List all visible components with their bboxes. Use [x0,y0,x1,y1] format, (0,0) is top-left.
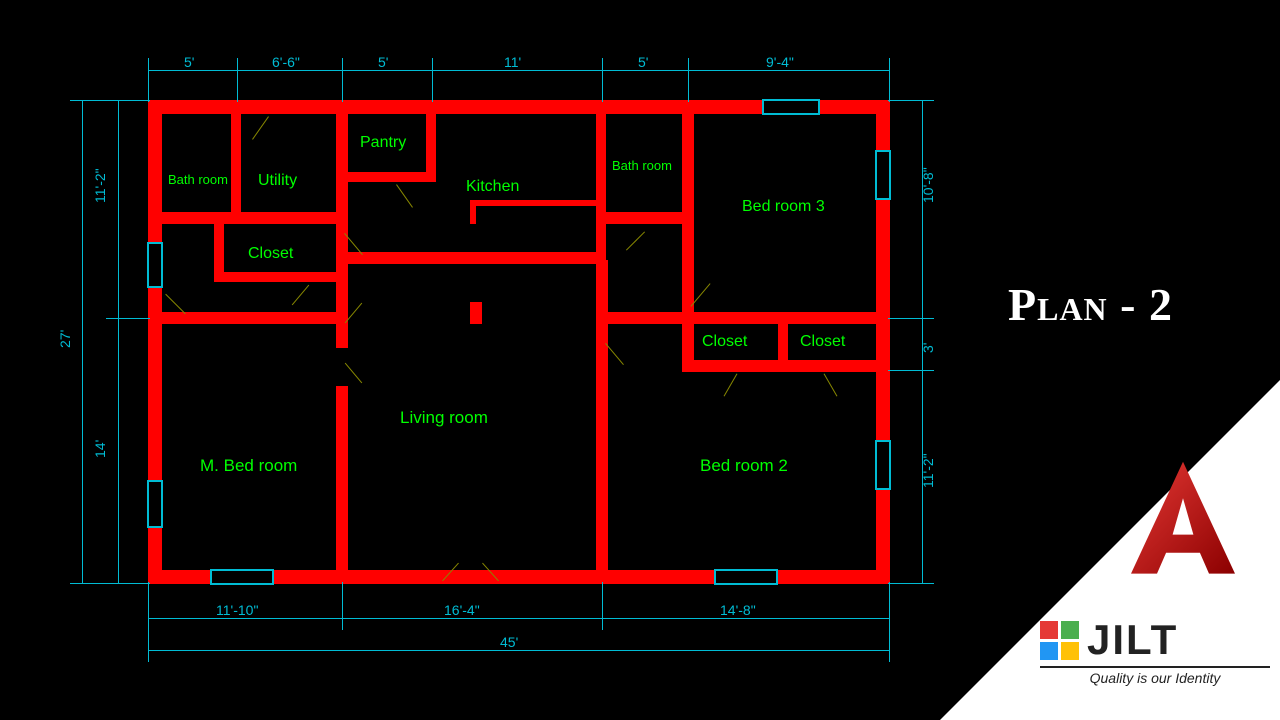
dim-top2: 6'-6" [272,54,300,70]
ext-t0 [148,58,149,102]
wall-stub-living [470,302,482,324]
dim-left-inner [118,100,119,584]
dim-top4: 11' [504,54,521,70]
dim-right3: 11'-2" [920,453,936,488]
label-bath2: Bath room [612,158,672,173]
label-bed3: Bed room 3 [742,198,825,216]
wall-h-kitchen [346,252,606,264]
wall-v4-kitchen [596,112,606,260]
ext-r2 [888,370,934,371]
wall-h-mid-right [596,312,888,324]
wall-v-bed2 [596,320,608,574]
door-7 [626,231,645,250]
wall-h-pantry [346,172,436,182]
ext-l2 [70,583,150,584]
window-left [147,242,163,288]
label-closet3: Closet [800,333,845,351]
autocad-logo [1118,454,1248,584]
wall-h-bath2 [604,212,692,224]
door-1 [252,116,269,140]
dim-bot1: 11'-10" [216,602,258,618]
ext-t1 [237,58,238,102]
ext-t3 [432,58,433,102]
label-kitchen: Kitchen [466,178,519,196]
label-living: Living room [400,408,488,428]
door-12 [345,363,362,384]
dim-left2: 27' [57,330,73,348]
plan-title: Plan - 2 [1008,278,1173,331]
window-top1 [762,99,820,115]
ext-b1 [342,582,343,630]
ext-b0 [148,582,149,662]
dim-bot-line1 [148,618,890,619]
ext-b3 [889,582,890,662]
ext-r1 [888,318,934,319]
label-mbed: M. Bed room [200,456,297,476]
ext-r0 [888,100,934,101]
ext-t6 [889,58,890,102]
dim-top1: 5' [184,54,194,70]
dim-bot2: 16'-4" [444,602,480,618]
dim-top3: 5' [378,54,388,70]
counter-2 [470,206,476,224]
dim-left-outer [82,100,83,584]
ext-t2 [342,58,343,102]
window-right1 [875,150,891,200]
ext-b2 [602,582,603,630]
dim-left1: 11'-2" [92,168,108,203]
ext-l1 [106,318,150,319]
dim-bot3: 14'-8" [720,602,756,618]
wall-v1 [231,112,241,220]
dim-top6: 9'-4" [766,54,794,70]
jilt-logo: JILT Quality is our Identity [1040,616,1270,686]
dim-top5: 5' [638,54,648,70]
brand-tag: Quality is our Identity [1040,670,1270,686]
dim-right2: 3' [920,343,936,353]
window-right2 [875,440,891,490]
ext-l0 [70,100,150,101]
wall-v3-pantry [426,112,436,180]
dim-bot4: 45' [500,634,518,650]
dim-left3: 14' [92,440,108,458]
dim-right1: 10'-8" [920,167,936,203]
label-utility: Utility [258,172,297,190]
wall-h-bathutil [160,212,340,224]
dim-bot-line2 [148,650,890,651]
wall-h-closet1-left [214,224,224,280]
ext-t4 [602,58,603,102]
door-9 [724,373,738,396]
wall-v-closet23-m [778,322,788,370]
door-2 [396,184,413,208]
label-bed2: Bed room 2 [700,456,788,476]
label-closet2: Closet [702,333,747,351]
wall-v-living-right [596,260,608,322]
label-bath1: Bath room [168,172,228,187]
window-bot1 [210,569,274,585]
window-bot2 [714,569,778,585]
window-left2 [147,480,163,528]
counter-1 [470,200,600,206]
door-4 [292,285,309,306]
door-10 [824,373,838,396]
label-pantry: Pantry [360,134,406,152]
wall-h-closet1 [214,272,348,282]
wall-v-living-left [336,320,348,348]
dim-top-line [148,70,890,71]
ext-t5 [688,58,689,102]
label-closet1: Closet [248,245,293,263]
wall-v-closet23-l [682,322,694,370]
brand-name: JILT [1087,616,1178,664]
ext-r3 [888,583,934,584]
wall-v-mbed [336,386,348,574]
